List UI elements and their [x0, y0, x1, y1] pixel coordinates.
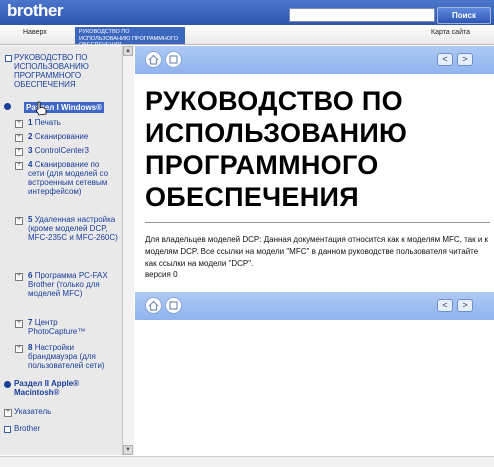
sidebar-section-mac[interactable]: Раздел II Apple® Macintosh® [14, 379, 114, 397]
sidebar-item-firewall[interactable]: Настройки брандмауэра (для пользователей… [28, 343, 104, 370]
content-toolbar-bottom: < > [135, 292, 494, 320]
item-number: 2 [28, 132, 33, 141]
next-page-icon[interactable]: > [457, 53, 473, 66]
page-title: РУКОВОДСТВО ПО ИСПОЛЬЗОВАНИЮ ПРОГРАММНОГ… [145, 86, 408, 212]
print-icon[interactable] [165, 297, 182, 314]
section-bullet-icon [4, 103, 11, 110]
expand-icon[interactable]: + [4, 409, 12, 417]
item-number: 5 [28, 215, 33, 224]
search-button[interactable]: Поиск [437, 7, 491, 24]
sidebar: РУКОВОДСТВО ПО ИСПОЛЬЗОВАНИЮ ПРОГРАММНОГ… [0, 46, 122, 455]
prev-page-icon[interactable]: < [437, 299, 453, 312]
sidebar-item-controlcenter[interactable]: ControlCenter3 [35, 146, 89, 155]
content-toolbar-top: < > [135, 46, 494, 74]
search-input[interactable] [289, 8, 435, 22]
sidebar-item-pc-fax[interactable]: Программа PC-FAX Brother (только для мод… [28, 271, 108, 298]
item-number: 1 [28, 118, 33, 127]
item-number: 7 [28, 318, 33, 327]
expand-icon[interactable]: + [15, 162, 23, 170]
expand-icon[interactable]: + [15, 134, 23, 142]
dcp-note: Для владельцев моделей DCP: Данная докум… [145, 235, 489, 268]
item-number: 8 [28, 343, 33, 352]
status-bar [0, 456, 494, 467]
nav-tab-software-guide[interactable]: РУКОВОДСТВО ПО ИСПОЛЬЗОВАНИЮ ПРОГРАММНОГ… [75, 27, 185, 48]
prev-page-icon[interactable]: < [437, 53, 453, 66]
expand-icon[interactable]: + [15, 345, 23, 353]
section-bullet-icon [4, 381, 11, 388]
home-icon[interactable] [145, 51, 162, 68]
expand-icon[interactable]: + [15, 148, 23, 156]
item-number: 6 [28, 271, 33, 280]
scroll-up-icon[interactable]: ▲ [123, 46, 133, 56]
home-icon[interactable] [145, 297, 162, 314]
top-bar: brother Поиск [0, 0, 494, 25]
divider [145, 222, 490, 223]
nav-bar: Наверх РУКОВОДСТВО ПО ИСПОЛЬЗОВАНИЮ ПРОГ… [0, 25, 494, 48]
sidebar-scrollbar[interactable]: ▲ ▼ [122, 46, 134, 455]
page-icon [4, 426, 11, 433]
sidebar-item-index[interactable]: Указатель [14, 407, 51, 416]
page-icon [5, 55, 12, 62]
next-page-icon[interactable]: > [457, 299, 473, 312]
brother-logo[interactable]: brother [7, 1, 64, 21]
nav-top-link[interactable]: Наверх [23, 29, 47, 36]
version-label: версия 0 [145, 270, 178, 279]
expand-icon[interactable]: + [15, 120, 23, 128]
hand-cursor-icon [35, 101, 47, 116]
sitemap-link[interactable]: Карта сайта [431, 29, 470, 36]
sidebar-item-home[interactable]: РУКОВОДСТВО ПО ИСПОЛЬЗОВАНИЮ ПРОГРАММНОГ… [14, 53, 114, 89]
sidebar-item-scan[interactable]: Сканирование [35, 132, 89, 141]
sidebar-item-remote-setup[interactable]: Удаленная настройка (кроме моделей DCP, … [28, 215, 118, 242]
sidebar-item-brother[interactable]: Brother [14, 424, 40, 433]
sidebar-item-photocapture[interactable]: Центр PhotoCapture™ [28, 318, 85, 336]
expand-icon[interactable]: + [15, 273, 23, 281]
sidebar-item-print[interactable]: Печать [35, 118, 61, 127]
item-number: 3 [28, 146, 33, 155]
sidebar-item-network-scan[interactable]: Сканирование по сети (для моделей со вст… [28, 160, 108, 196]
expand-icon[interactable]: + [15, 320, 23, 328]
expand-icon[interactable]: + [15, 217, 23, 225]
item-number: 4 [28, 160, 33, 169]
print-icon[interactable] [165, 51, 182, 68]
scroll-down-icon[interactable]: ▼ [123, 445, 133, 455]
